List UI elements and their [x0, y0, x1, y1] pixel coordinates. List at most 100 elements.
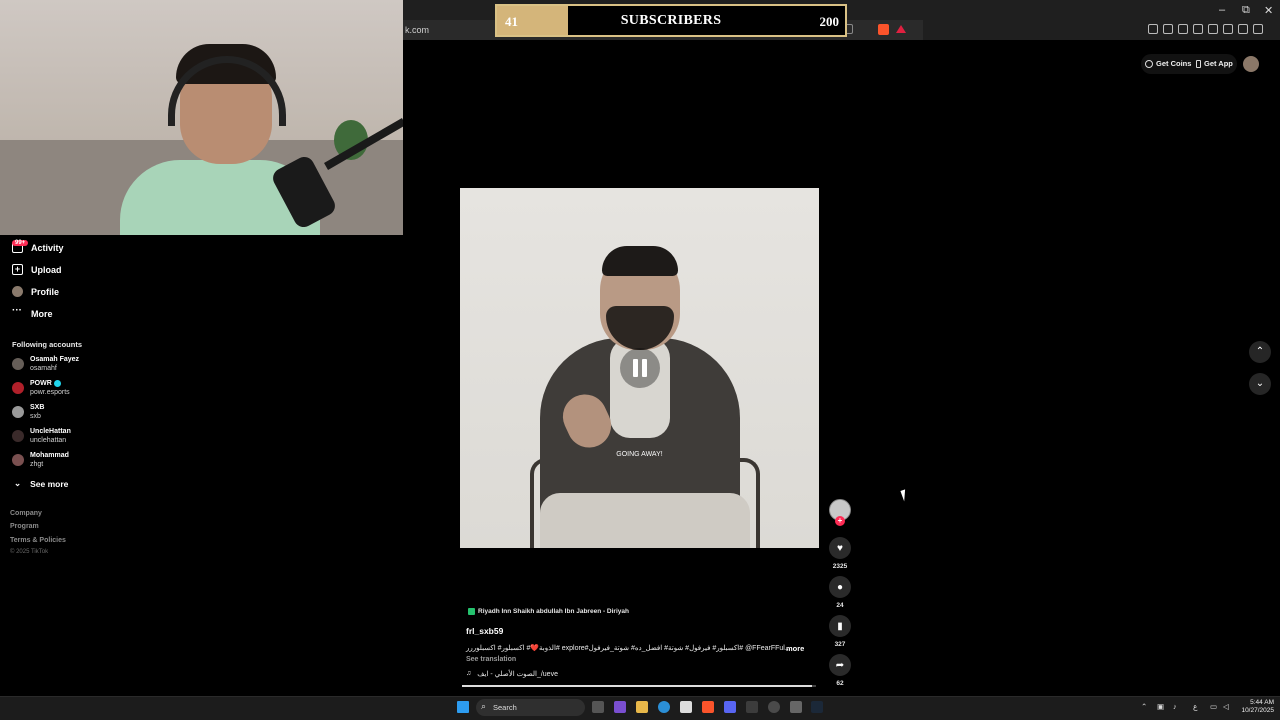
chrome-icon[interactable] [768, 701, 780, 713]
account-username: osamahf [30, 365, 57, 372]
clock-time: 5:44 AM [1250, 699, 1274, 706]
description-more-link[interactable]: more [786, 644, 804, 653]
comment-button[interactable]: ● [829, 576, 851, 598]
follow-plus-icon[interactable]: + [835, 516, 845, 526]
account-username: powr.esports [30, 389, 70, 396]
edge-icon[interactable] [658, 701, 670, 713]
close-button[interactable]: ✕ [1264, 4, 1273, 17]
coin-icon [1145, 59, 1153, 68]
save-button[interactable]: ▮ [829, 615, 851, 637]
account-name: Mohammad [30, 452, 69, 459]
previous-video-button[interactable]: ⌃ [1249, 341, 1271, 363]
threads-icon[interactable] [790, 701, 802, 713]
location-tag[interactable]: Riyadh Inn Shaikh abdullah Ibn Jabreen -… [468, 608, 629, 615]
restore-button[interactable]: ⧉ [1242, 4, 1250, 17]
tray-mic-icon[interactable]: ♪ [1173, 702, 1177, 711]
following-account[interactable]: UncleHattan unclehattan [12, 427, 71, 445]
volume-icon[interactable]: ◁ [1223, 702, 1229, 711]
following-account[interactable]: Mohammad zhgt [12, 451, 69, 469]
windows-start-icon[interactable] [457, 701, 469, 713]
get-coins-label: Get Coins [1156, 59, 1192, 68]
avatar [12, 454, 24, 466]
like-button[interactable]: ♥ [829, 537, 851, 559]
sound-label: الصوت الأصلي - ايف_/ueve [477, 671, 558, 678]
copyright-text: © 2025 TikTok [10, 549, 49, 555]
sidebar-item-profile[interactable]: Profile [12, 286, 59, 297]
chevron-up-icon: ⌃ [1255, 346, 1265, 357]
next-video-button[interactable]: ⌄ [1249, 373, 1271, 395]
network-icon[interactable]: ▭ [1210, 702, 1217, 711]
tray-overflow-icon[interactable]: ⌃ [1141, 702, 1147, 711]
taskbar-search[interactable]: Search [476, 699, 585, 716]
menu-icon[interactable] [1253, 24, 1263, 34]
share-arrow-icon: ➦ [835, 659, 845, 671]
address-bar-text[interactable]: k.com [405, 25, 429, 35]
minimize-button[interactable]: – [1219, 4, 1225, 16]
phone-icon [1196, 59, 1201, 68]
tray-app-icon[interactable]: ▣ [1157, 702, 1164, 711]
following-account[interactable]: SXB sxb [12, 403, 44, 421]
account-name: SXB [30, 404, 45, 411]
tab-icon[interactable] [1208, 24, 1218, 34]
vpn-icon[interactable] [1238, 24, 1248, 34]
location-label: Riyadh Inn Shaikh abdullah Ibn Jabreen -… [478, 608, 629, 615]
music-note-icon: ♫ [466, 670, 472, 677]
media-icon[interactable] [1178, 24, 1188, 34]
sidebar-item-label: More [31, 308, 53, 319]
sidebar-item-upload[interactable]: + Upload [12, 264, 62, 275]
taskbar-clock[interactable]: 5:44 AM 10/27/2025 [1238, 699, 1274, 715]
more-icon: ··· [12, 305, 22, 316]
video-person-hair [602, 246, 678, 276]
account-name: POWR [30, 380, 52, 387]
language-indicator[interactable]: ع [1193, 702, 1197, 711]
subscriber-label: SUBSCRIBERS [620, 13, 722, 28]
following-accounts-title: Following accounts [12, 340, 83, 349]
mouse-cursor-icon [900, 487, 914, 502]
account-username: sxb [30, 413, 41, 420]
footer-link-terms[interactable]: Terms & Policies [10, 537, 66, 544]
brave-shield-icon[interactable] [878, 24, 889, 35]
author-username[interactable]: frl_sxb59 [466, 626, 503, 636]
get-coins-button[interactable]: Get Coins [1145, 59, 1191, 68]
terminal-icon[interactable] [746, 701, 758, 713]
file-explorer-icon[interactable] [636, 701, 648, 713]
notification-badge: 99+ [12, 240, 29, 246]
share-button[interactable]: ➦ [829, 654, 851, 676]
video-person-legs [540, 493, 750, 548]
pause-icon[interactable] [620, 348, 660, 388]
account-name: UncleHattan [30, 428, 71, 435]
wallet-icon[interactable] [1163, 24, 1173, 34]
extensions-icon[interactable] [1148, 24, 1158, 34]
store-icon[interactable] [680, 701, 692, 713]
account-name: Osamah Fayez [30, 356, 80, 363]
video-progress-bar[interactable] [462, 685, 816, 687]
discord-icon[interactable] [724, 701, 736, 713]
brave-taskbar-icon[interactable] [702, 701, 714, 713]
video-progress-fill [462, 685, 813, 687]
profile-icon [12, 286, 23, 297]
comment-count: 24 [836, 602, 844, 609]
leo-icon[interactable] [1223, 24, 1233, 34]
user-avatar[interactable] [1243, 56, 1259, 72]
brave-rewards-icon[interactable] [896, 25, 906, 33]
chevron-down-icon: ⌄ [1255, 378, 1265, 389]
footer-link-program[interactable]: Program [10, 523, 39, 530]
avatar [12, 382, 24, 394]
see-more-button[interactable]: ⌄ See more [14, 478, 68, 489]
sidebar-item-more[interactable]: ··· More [12, 305, 53, 319]
task-view-icon[interactable] [592, 701, 604, 713]
browser-extensions-toolbar [1148, 24, 1263, 34]
sound-link[interactable]: ♫ الصوت الأصلي - ايف_/ueve [466, 670, 558, 678]
heart-icon: ♥ [837, 542, 843, 554]
footer-link-company[interactable]: Company [10, 510, 42, 517]
copilot-icon[interactable] [614, 701, 626, 713]
following-account[interactable]: POWR powr.esports [12, 379, 70, 397]
sidebar-toggle-icon[interactable] [1193, 24, 1203, 34]
see-translation-link[interactable]: See translation [466, 656, 516, 663]
save-count: 327 [834, 641, 846, 648]
get-app-button[interactable]: Get App [1196, 59, 1233, 68]
following-account[interactable]: Osamah Fayez osamahf [12, 355, 79, 373]
clock-date: 10/27/2025 [1241, 707, 1274, 714]
upload-icon: + [12, 264, 23, 275]
steam-icon[interactable] [811, 701, 823, 713]
